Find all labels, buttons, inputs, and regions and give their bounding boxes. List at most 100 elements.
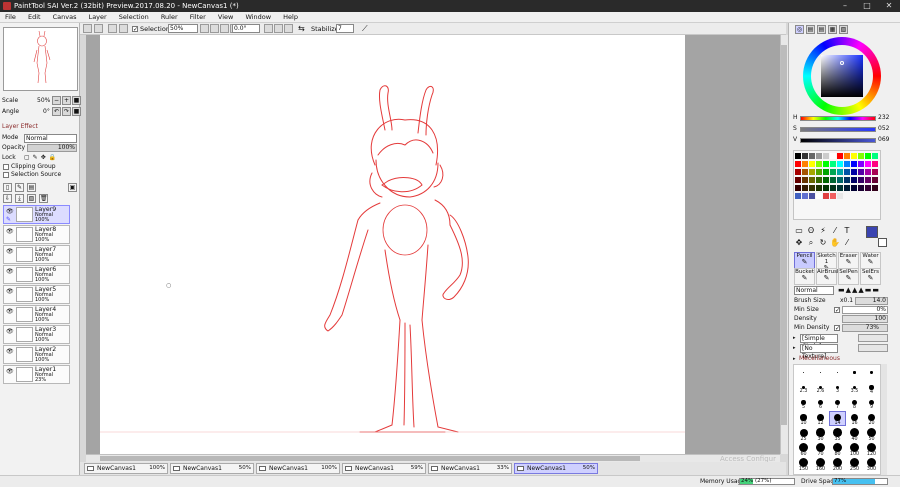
color-swatch[interactable] [844, 169, 850, 175]
marquee-tool-icon[interactable]: ▭ [794, 226, 804, 236]
hue-slider[interactable] [800, 116, 876, 121]
eye-icon[interactable]: 👁 [6, 248, 14, 255]
drawing-canvas[interactable] [100, 35, 685, 454]
close-button[interactable]: ✕ [878, 0, 900, 12]
brush-size-preset[interactable]: 160 [813, 457, 828, 472]
rotate-cw-button[interactable]: ↷ [62, 107, 71, 116]
color-swatch[interactable] [802, 185, 808, 191]
text-tool-icon[interactable]: T [842, 226, 852, 236]
eye-icon[interactable]: 👁 [6, 368, 14, 375]
color-picker-cursor[interactable] [840, 61, 844, 65]
document-tab[interactable]: NewCanvas1 50% [170, 463, 254, 474]
color-swatch[interactable] [823, 177, 829, 183]
layer-row[interactable]: 👁 Layer6 Normal 100% [3, 265, 70, 284]
layer-row[interactable]: 👁 Layer2 Normal 100% [3, 345, 70, 364]
brush-texture-select[interactable]: [No Texture] [800, 344, 838, 360]
brush-size-preset[interactable]: 200 [830, 457, 845, 472]
brush-tip-shapes[interactable]: ▬▲▲▲▬▬ [838, 286, 888, 295]
layer-row[interactable]: 👁 Layer3 Normal 100% [3, 325, 70, 344]
brush-size-preset[interactable] [847, 367, 862, 380]
color-swatch[interactable] [858, 169, 864, 175]
menu-canvas[interactable]: Canvas [48, 12, 82, 23]
color-swatch[interactable] [837, 153, 843, 159]
transparent-color-swatch[interactable] [878, 238, 887, 247]
brush-blend-mode-select[interactable]: Normal [794, 286, 834, 295]
color-swatch[interactable] [795, 169, 801, 175]
brush-size-preset[interactable]: 3 [830, 382, 845, 395]
color-swatch[interactable] [837, 177, 843, 183]
color-swatch[interactable] [872, 185, 878, 191]
color-swatch[interactable] [809, 193, 815, 199]
zoom-tool-icon[interactable]: ⌕ [806, 238, 816, 248]
shape-expand-icon[interactable]: ▸ [793, 334, 796, 342]
brush-size-preset[interactable]: 150 [796, 457, 811, 472]
rotate-right-button[interactable] [274, 24, 283, 33]
brush-size-multiplier[interactable]: x0.1 [840, 297, 853, 305]
deselect-button[interactable] [108, 24, 117, 33]
maximize-button[interactable]: □ [856, 0, 878, 12]
brush-size-preset[interactable] [864, 367, 879, 380]
color-swatch[interactable] [837, 161, 843, 167]
color-swatch[interactable] [851, 177, 857, 183]
color-swatch[interactable] [830, 161, 836, 167]
color-swatch[interactable] [816, 185, 822, 191]
brush-size-preset[interactable]: 5 [796, 397, 811, 410]
brush-tool-pencil[interactable]: Pencil ✎ [794, 252, 815, 269]
blend-mode-select[interactable]: Normal [24, 134, 77, 143]
color-swatch[interactable] [851, 169, 857, 175]
color-swatch[interactable] [795, 161, 801, 167]
brush-size-preset[interactable]: 250 [847, 457, 862, 472]
rotate-tool-icon[interactable]: ↻ [818, 238, 828, 248]
clear-layer-button[interactable]: ▧ [27, 194, 36, 203]
color-swatch[interactable] [816, 153, 822, 159]
swatches-tab[interactable]: ▦ [828, 25, 837, 34]
layer-row[interactable]: 👁 Layer7 Normal 100% [3, 245, 70, 264]
menu-file[interactable]: File [0, 12, 21, 23]
layer-effect-title[interactable]: Layer Effect [2, 122, 38, 131]
brush-shape-select[interactable]: [Simple Circle] [800, 334, 838, 350]
color-swatch[interactable] [865, 177, 871, 183]
brush-size-preset[interactable]: 30 [813, 427, 828, 442]
brush-size-preset[interactable]: 50 [864, 427, 879, 442]
new-linework-layer-button[interactable]: ✎ [15, 183, 24, 192]
brush-size-slider[interactable]: 14.0 [855, 297, 888, 305]
brush-size-preset[interactable]: 60 [796, 442, 811, 457]
color-swatch[interactable] [802, 193, 808, 199]
density-slider[interactable]: 100 [842, 315, 888, 323]
rgb-slider-tab[interactable]: ▤ [806, 25, 815, 34]
menu-view[interactable]: View [213, 12, 238, 23]
color-swatch[interactable] [823, 193, 829, 199]
color-swatch[interactable] [816, 177, 822, 183]
menu-layer[interactable]: Layer [84, 12, 112, 23]
brush-size-preset[interactable]: 20 [864, 412, 879, 426]
hand-tool-icon[interactable]: ✋ [830, 238, 840, 248]
layer-row[interactable]: 👁 Layer9 Normal 100% ✎ [3, 205, 70, 224]
color-wheel[interactable] [803, 37, 881, 115]
eye-icon[interactable]: 👁 [6, 328, 14, 335]
brush-size-preset[interactable]: 6 [813, 397, 828, 410]
layer-row[interactable]: 👁 Layer1 Normal 23% [3, 365, 70, 384]
brush-tool-eraser[interactable]: Eraser ✎ [838, 252, 859, 269]
color-swatch[interactable] [823, 185, 829, 191]
brush-tool-airbrush[interactable]: AirBrush ✎ [816, 268, 840, 285]
brush-size-preset[interactable] [813, 367, 828, 380]
brush-size-preset[interactable]: 40 [847, 427, 862, 442]
hsv-slider-tab[interactable]: ▤ [817, 25, 826, 34]
eye-icon[interactable]: 👁 [6, 228, 14, 235]
saturation-slider[interactable] [800, 127, 876, 132]
color-swatch[interactable] [823, 161, 829, 167]
color-swatch[interactable] [844, 177, 850, 183]
color-wheel-tab[interactable]: ◎ [795, 25, 804, 34]
opacity-slider[interactable]: 100% [27, 144, 77, 152]
color-swatch[interactable] [830, 185, 836, 191]
document-tab[interactable]: NewCanvas1 33% [428, 463, 512, 474]
new-layer-button[interactable]: ▯ [3, 183, 12, 192]
brush-size-preset[interactable]: 25 [796, 427, 811, 442]
brush-tool-bucket[interactable]: Bucket ✎ [794, 268, 815, 285]
brush-tool-selers[interactable]: SelErs ✎ [860, 268, 881, 285]
color-swatch[interactable] [844, 185, 850, 191]
zoom-out-button[interactable] [200, 24, 209, 33]
brush-texture-strength[interactable] [858, 344, 888, 352]
color-swatch[interactable] [837, 193, 843, 199]
delete-layer-button[interactable]: 🗑 [39, 194, 48, 203]
